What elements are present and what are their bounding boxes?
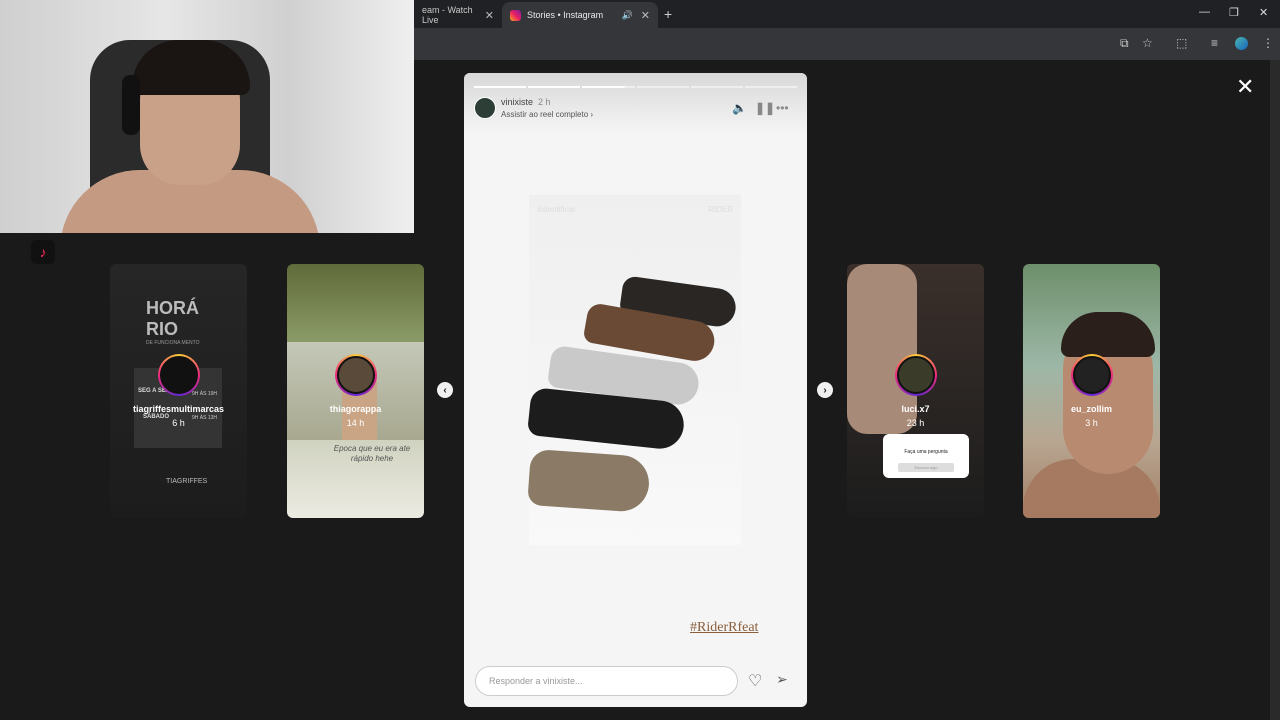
restore-button[interactable]: ❐ [1229, 6, 1239, 19]
webcam-overlay [0, 0, 414, 233]
next-story-button[interactable]: › [817, 382, 833, 398]
tab-watch-live[interactable]: eam - Watch Live ✕ [414, 2, 502, 28]
progress-segment [474, 86, 527, 88]
scrollbar[interactable] [1270, 60, 1280, 720]
minimize-button[interactable]: — [1199, 6, 1210, 18]
question-input: Escreva algo [898, 463, 954, 472]
instagram-icon [510, 9, 521, 21]
story-hashtag[interactable]: #RiderRfeat [690, 620, 758, 636]
star-icon[interactable]: ☆ [1142, 36, 1153, 50]
reply-input[interactable]: Responder a vinixiste... [475, 666, 738, 696]
product-image: #identificar RIDER [526, 195, 741, 545]
watermark-left: #identificar [537, 205, 576, 214]
headset [122, 75, 140, 135]
story-username: eu_zollim [1070, 404, 1112, 414]
card-heading: HORÁ RIO [146, 298, 199, 339]
speaker-icon[interactable]: 🔊 [622, 10, 633, 21]
watermark-right: RIDER [708, 205, 733, 214]
previous-story-button[interactable]: ‹ [437, 382, 453, 398]
story-author-username[interactable]: vinixiste [501, 97, 533, 107]
close-icon[interactable]: ✕ [485, 9, 494, 22]
story-username: tiagriffesmultimarcas [132, 404, 225, 414]
story-time: 23 h [906, 418, 925, 428]
question-label: Faça uma pergunta [904, 449, 948, 455]
story-timestamp: 2 h [538, 97, 551, 107]
tab-label: Stories • Instagram [527, 10, 604, 20]
new-tab-button[interactable]: + [664, 6, 672, 22]
extensions-icon[interactable]: ⬚ [1176, 36, 1187, 50]
story-card-luci-x7[interactable]: Faça uma pergunta Escreva algo luci.x7 2… [847, 264, 984, 518]
more-options-icon[interactable]: ••• [776, 101, 789, 115]
avatar-ring [334, 354, 377, 396]
story-author-avatar[interactable] [474, 97, 496, 119]
brand-logo: TIAGRIFFES [166, 478, 208, 485]
avatar [896, 356, 935, 394]
question-sticker: Faça uma pergunta Escreva algo [883, 434, 969, 478]
avatar-ring [157, 354, 200, 396]
story-caption: Epoca que eu era ate rápido hehe [333, 444, 411, 463]
story-photo-hair [1061, 312, 1155, 357]
sandal-beige [527, 448, 651, 514]
story-time: 3 h [1085, 418, 1098, 428]
avatar-ring [1070, 354, 1113, 396]
watch-full-reel-link[interactable]: Assistir ao reel completo › [501, 110, 593, 119]
story-username: luci.x7 [901, 404, 930, 414]
progress-segment-current [582, 86, 635, 88]
media-icon[interactable]: ≡ [1211, 36, 1218, 50]
story-time: 14 h [346, 418, 365, 428]
avatar-ring [894, 354, 937, 396]
heart-icon[interactable]: ♡ [748, 671, 762, 691]
close-viewer-button[interactable]: ✕ [1236, 74, 1254, 100]
tab-stories-instagram[interactable]: Stories • Instagram 🔊 ✕ [502, 2, 658, 28]
menu-icon[interactable]: ⋮ [1262, 36, 1274, 50]
profile-avatar[interactable] [1235, 37, 1248, 50]
story-progress-bar [474, 86, 798, 88]
story-card-thiagorappa[interactable]: Epoca que eu era ate rápido hehe thiagor… [287, 264, 424, 518]
install-icon[interactable]: ⧉ [1120, 36, 1129, 51]
tiktok-icon: ♪ [31, 240, 55, 264]
active-story[interactable]: vinixiste 2 h Assistir ao reel completo … [464, 73, 807, 707]
card-subheading: DE FUNCIONA MENTO [146, 340, 200, 346]
story-card-tiagriffesmultimarcas[interactable]: HORÁ RIO DE FUNCIONA MENTO SEG A SEX 9H À… [110, 264, 247, 518]
sound-icon[interactable]: 🔈 [732, 101, 747, 115]
progress-segment [528, 86, 581, 88]
story-time: 6 h [172, 418, 185, 428]
avatar [336, 356, 375, 394]
pause-icon[interactable]: ❚❚ [755, 101, 775, 115]
tab-label: eam - Watch Live [422, 5, 473, 25]
story-username: thiagorappa [329, 404, 382, 414]
progress-segment [744, 86, 798, 88]
window-close-button[interactable]: ✕ [1259, 6, 1268, 19]
schedule-weekday-hours: 9H ÀS 19H [192, 391, 218, 397]
progress-segment [690, 86, 743, 88]
progress-segment [636, 86, 689, 88]
avatar [1072, 356, 1111, 394]
send-icon[interactable]: ➢ [776, 671, 788, 688]
avatar [159, 356, 198, 394]
close-icon[interactable]: ✕ [641, 9, 650, 22]
story-card-eu-zollim[interactable]: eu_zollim 3 h [1023, 264, 1160, 518]
